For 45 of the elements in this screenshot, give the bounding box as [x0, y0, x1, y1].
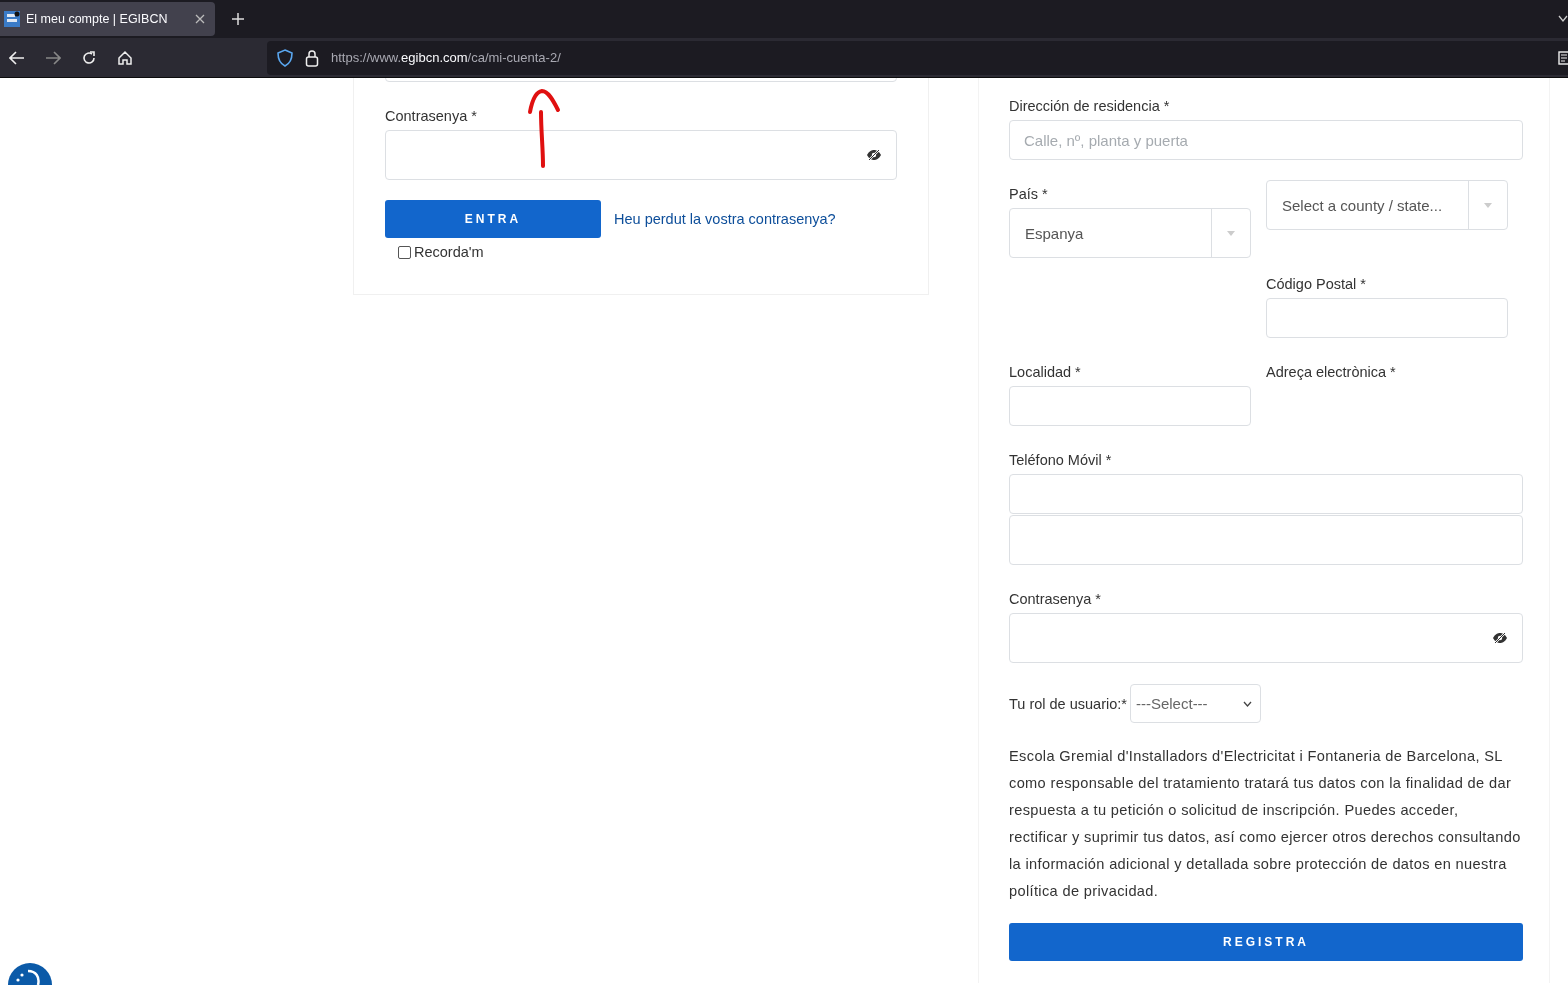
shield-icon: [277, 48, 293, 67]
country-select[interactable]: Espanya: [1009, 208, 1251, 258]
forward-icon: [45, 50, 61, 65]
caret-down-icon: [1484, 202, 1492, 208]
password-field[interactable]: [385, 130, 897, 180]
field-label: Teléfono Móvil *: [1009, 452, 1113, 468]
lost-password-link[interactable]: Heu perdut la vostra contrasenya?: [614, 211, 836, 227]
lock-icon: [305, 48, 319, 67]
field-label: Código Postal *: [1266, 276, 1367, 292]
close-icon: [195, 14, 205, 24]
locality-field[interactable]: [1009, 386, 1251, 426]
field-label: Contrasenya *: [1009, 591, 1102, 607]
role-select[interactable]: ---Select---: [1129, 684, 1261, 723]
field-label: Dirección de residencia *: [1009, 98, 1171, 114]
url-text: https://www.egibcn.com/ca/mi-cuenta-2/: [331, 50, 561, 65]
login-button[interactable]: ENTRA: [385, 200, 601, 238]
password-field[interactable]: [1009, 613, 1523, 663]
accessibility-icon: [8, 963, 52, 985]
phone-field[interactable]: [1009, 474, 1523, 514]
field-label: Adreça electrònica *: [1266, 364, 1397, 380]
field-label: Contrasenya *: [385, 108, 478, 124]
field-label: Localidad *: [1009, 364, 1082, 380]
reader-view-icon: [1558, 50, 1568, 65]
caret-down-icon: [1227, 230, 1235, 236]
new-tab-icon: [231, 12, 245, 26]
chevron-down-icon: [1242, 700, 1252, 707]
home-icon: [117, 49, 133, 66]
address-field[interactable]: Calle, nº, planta y puerta: [1009, 120, 1523, 160]
checkbox-label: Recorda'm: [414, 244, 484, 260]
site-icon: [4, 11, 20, 27]
postal-code-field[interactable]: [1266, 298, 1508, 338]
eye-slash-icon: [866, 149, 882, 161]
reload-icon: [81, 49, 97, 66]
field-label: Tu rol de usuario:*: [1009, 695, 1127, 712]
address-bar[interactable]: https://www.egibcn.com/ca/mi-cuenta-2/: [267, 40, 1568, 75]
eye-slash-icon: [1492, 632, 1508, 644]
browser-tab[interactable]: El meu compte | EGIBCN: [0, 2, 215, 36]
register-button[interactable]: REGISTRA: [1009, 923, 1523, 961]
privacy-notice: Escola Gremial d'Installadors d'Electricitat i Fontaneria de Barcelona, SL como responsable del tratamiento tratará tus datos con la finalidad de dar respuesta a tu petición o solicitud de inscripción. Puedes acceder, rectificar y suprimir tus datos, así como ejercer otros derechos consultando la información adicional y detallada sobre protección de datos en nuestra política de privacidad.: [1009, 747, 1521, 901]
checkbox[interactable]: [398, 245, 411, 259]
input-field[interactable]: [1009, 515, 1523, 565]
field-label: País *: [1009, 186, 1049, 202]
back-icon: [9, 50, 25, 65]
county-select[interactable]: Select a county / state...: [1266, 180, 1508, 230]
chevron-down-icon: [1558, 15, 1568, 23]
